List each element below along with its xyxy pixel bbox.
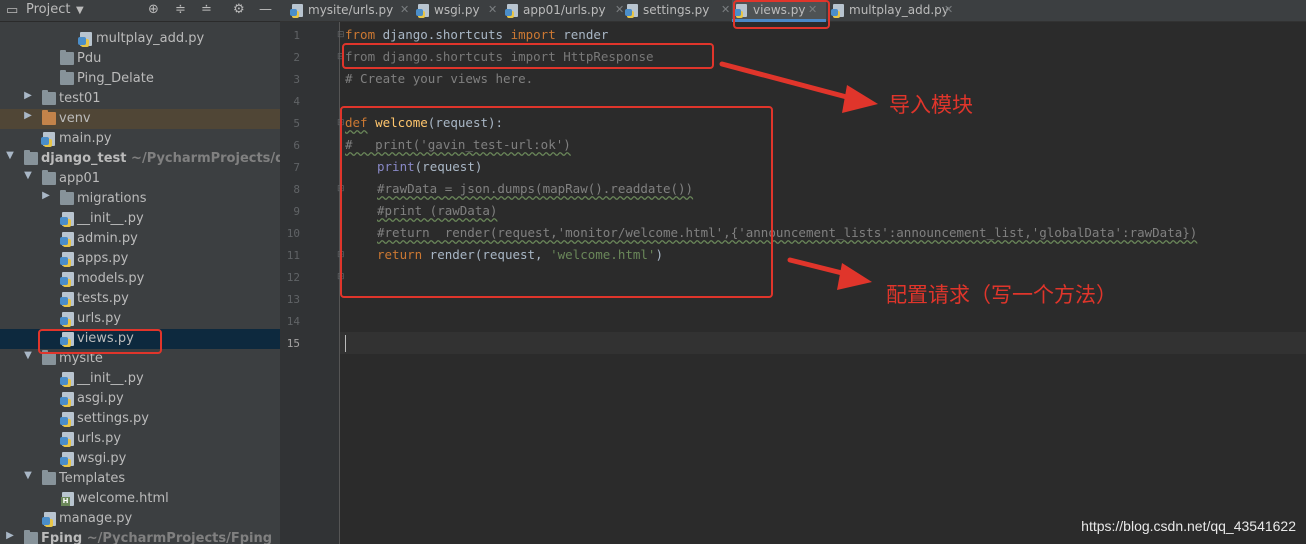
annotation-import-module: 导入模块 bbox=[889, 93, 973, 117]
arrow-import-head bbox=[842, 85, 878, 113]
arrow-function-head bbox=[837, 263, 872, 290]
annotation-configure-request: 配置请求（写一个方法） bbox=[886, 283, 1117, 307]
annotation-arrows bbox=[719, 61, 878, 290]
arrow-import-shaft bbox=[719, 61, 861, 103]
watermark: https://blog.csdn.net/qq_43541622 bbox=[1081, 518, 1296, 534]
